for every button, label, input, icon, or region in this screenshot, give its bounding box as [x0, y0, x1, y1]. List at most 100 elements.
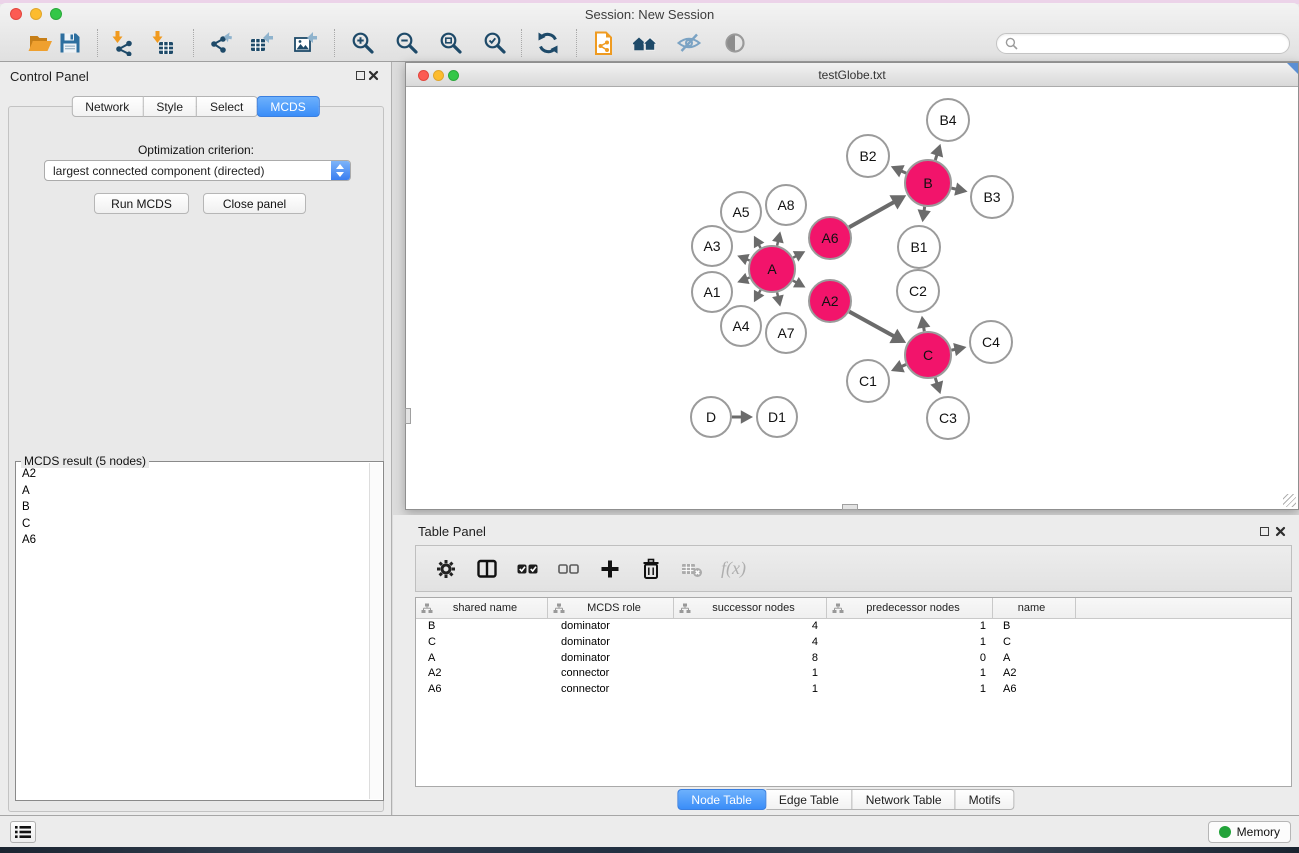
table-cell: dominator: [548, 635, 674, 651]
export-table-icon[interactable]: [246, 28, 276, 58]
table-row[interactable]: Bdominator41B: [416, 619, 1291, 635]
node-table-body: Bdominator41BCdominator41CAdominator80AA…: [416, 619, 1291, 698]
network-document-icon[interactable]: [588, 28, 618, 58]
column-header-shared-name[interactable]: shared name: [416, 598, 548, 618]
run-mcds-button[interactable]: Run MCDS: [94, 193, 189, 214]
column-header-filler: [1076, 598, 1291, 618]
column-header-mcds-role[interactable]: MCDS role: [548, 598, 674, 618]
result-scrollbar[interactable]: [369, 463, 382, 799]
zoom-in-icon[interactable]: [348, 28, 378, 58]
graph-node-label: D1: [768, 409, 786, 425]
network-window-titlebar[interactable]: testGlobe.txt: [406, 63, 1298, 87]
graph-node-label: A: [767, 261, 777, 277]
graph-edge-arrowhead-icon: [954, 183, 967, 196]
export-image-icon[interactable]: [290, 28, 320, 58]
graph-node-label: B: [923, 175, 932, 191]
tab-network[interactable]: Network: [71, 96, 143, 117]
result-item[interactable]: A2: [22, 466, 369, 483]
table-row[interactable]: A6connector11A6: [416, 682, 1291, 698]
control-panel-title: Control Panel: [10, 69, 89, 84]
search-input[interactable]: [1022, 37, 1281, 51]
function-icon[interactable]: f(x): [721, 558, 746, 579]
graph-node-label: C3: [939, 410, 957, 426]
table-cell: A2: [993, 666, 1076, 682]
table-cell: 1: [827, 666, 993, 682]
eye-icon[interactable]: [720, 28, 750, 58]
result-item[interactable]: A6: [22, 532, 369, 549]
checked-boxes-icon[interactable]: [516, 556, 542, 582]
graph-edge[interactable]: [849, 202, 894, 227]
table-cell: dominator: [548, 651, 674, 667]
resize-grip-icon[interactable]: [1283, 494, 1296, 507]
tab-style[interactable]: Style: [143, 96, 197, 117]
optimization-criterion-label: Optimization criterion:: [9, 143, 383, 157]
export-network-icon[interactable]: [205, 28, 235, 58]
result-item[interactable]: B: [22, 499, 369, 516]
workspace: Control Panel Network Style Select MCDS …: [0, 62, 1299, 815]
columns-icon[interactable]: [475, 556, 501, 582]
search-box: [996, 33, 1290, 54]
column-header-successor-nodes[interactable]: successor nodes: [674, 598, 827, 618]
graph-edge-arrowhead-icon: [930, 381, 943, 395]
open-folder-icon[interactable]: [25, 28, 55, 58]
import-network-icon[interactable]: [107, 28, 137, 58]
graph-node-label: A1: [703, 284, 720, 300]
table-row[interactable]: Cdominator41C: [416, 635, 1291, 651]
tab-mcds[interactable]: MCDS: [256, 96, 319, 117]
memory-button[interactable]: Memory: [1208, 821, 1291, 843]
close-table-panel-icon[interactable]: [1275, 526, 1286, 537]
close-panel-icon[interactable]: [368, 70, 379, 81]
import-table-icon[interactable]: [147, 28, 177, 58]
main-window: Session: New Session: [0, 3, 1299, 847]
left-grab-handle[interactable]: [405, 408, 411, 424]
table-row[interactable]: A2connector11A2: [416, 666, 1291, 682]
criterion-select[interactable]: largest connected component (directed): [44, 160, 351, 181]
bottom-grab-handle[interactable]: [842, 504, 858, 510]
table-row[interactable]: Adominator80A: [416, 651, 1291, 667]
homes-icon[interactable]: [630, 28, 660, 58]
refresh-icon[interactable]: [533, 28, 563, 58]
dropdown-stepper-icon: [331, 161, 350, 180]
control-panel-header: Control Panel: [0, 62, 391, 88]
table-cell: 1: [827, 619, 993, 635]
column-header-predecessor-nodes[interactable]: predecessor nodes: [827, 598, 993, 618]
result-item[interactable]: C: [22, 516, 369, 533]
network-canvas[interactable]: B4B2BB3A5A8A6A3B1AA1C2A2A4A7C4CC1C3DD1: [406, 87, 1298, 509]
float-panel-icon[interactable]: [356, 71, 365, 80]
network-graph[interactable]: B4B2BB3A5A8A6A3B1AA1C2A2A4A7C4CC1C3DD1: [406, 87, 1298, 509]
eye-slash-icon[interactable]: [674, 28, 704, 58]
gear-icon[interactable]: [434, 556, 460, 582]
float-table-panel-icon[interactable]: [1260, 527, 1269, 536]
graph-edge[interactable]: [849, 312, 894, 337]
plus-icon[interactable]: [598, 556, 624, 582]
table-panel: Table Panel f(x) shared name: [393, 515, 1299, 815]
graph-node-label: B2: [859, 148, 876, 164]
zoom-out-icon[interactable]: [392, 28, 422, 58]
tab-select[interactable]: Select: [197, 96, 257, 117]
graph-edge-arrowhead-icon: [917, 316, 930, 329]
close-panel-button[interactable]: Close panel: [203, 193, 306, 214]
mcds-result-list: A2ABCA6: [17, 463, 369, 799]
table-tabs: Node Table Edge Table Network Table Moti…: [677, 789, 1014, 810]
table-cell: B: [993, 619, 1076, 635]
list-icon: [14, 825, 32, 839]
trash-icon[interactable]: [639, 556, 665, 582]
tab-network-table[interactable]: Network Table: [853, 789, 956, 810]
tab-motifs[interactable]: Motifs: [956, 789, 1015, 810]
table-cell: C: [416, 635, 548, 651]
delete-table-icon[interactable]: [680, 556, 706, 582]
save-icon[interactable]: [55, 28, 85, 58]
graph-node-label: C2: [909, 283, 927, 299]
table-cell: A: [993, 651, 1076, 667]
tab-edge-table[interactable]: Edge Table: [766, 789, 853, 810]
task-history-button[interactable]: [10, 821, 36, 843]
unchecked-boxes-icon[interactable]: [557, 556, 583, 582]
graph-edge-arrowhead-icon: [930, 144, 943, 158]
criterion-value: largest connected component (directed): [45, 164, 331, 178]
tab-node-table[interactable]: Node Table: [677, 789, 766, 810]
result-item[interactable]: A: [22, 483, 369, 500]
corner-marker-icon: [1287, 63, 1298, 74]
zoom-fit-icon[interactable]: [436, 28, 466, 58]
column-header-name[interactable]: name: [993, 598, 1076, 618]
zoom-selected-icon[interactable]: [480, 28, 510, 58]
